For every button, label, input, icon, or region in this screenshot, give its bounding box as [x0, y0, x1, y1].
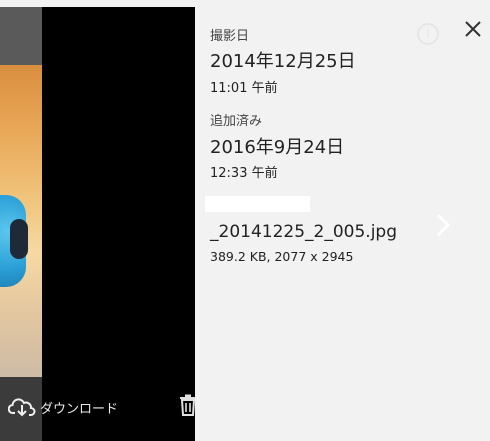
top-strip: [0, 0, 490, 7]
taken-time: 11:01 午前: [210, 81, 278, 96]
chevron-right-icon: [433, 213, 453, 243]
photo-region: [0, 7, 42, 65]
added-label: 追加済み: [210, 114, 263, 129]
cloud-download-icon: [8, 397, 36, 417]
redacted-filename-part: [205, 196, 310, 212]
details-panel: i 撮影日 2014年12月25日 11:01 午前 追加済み 2016年9月2…: [195, 7, 490, 441]
download-button[interactable]: ダウンロード: [8, 395, 118, 419]
file-name: _20141225_2_005.jpg: [210, 222, 397, 242]
viewer-background: [42, 7, 195, 441]
photo-preview[interactable]: [0, 7, 42, 441]
close-icon: [463, 21, 483, 43]
taken-date: 2014年12月25日: [210, 51, 356, 72]
added-time: 12:33 午前: [210, 166, 278, 181]
taken-label: 撮影日: [210, 29, 250, 44]
file-meta: 389.2 KB, 2077 x 2945: [210, 249, 354, 264]
download-label: ダウンロード: [40, 401, 119, 417]
photo-toolbar: ダウンロード 削除: [0, 385, 214, 429]
info-icon: i: [417, 23, 439, 45]
added-date: 2016年9月24日: [210, 137, 345, 158]
next-button[interactable]: [433, 211, 453, 239]
close-button[interactable]: [463, 19, 483, 39]
photo-region: [10, 219, 28, 259]
